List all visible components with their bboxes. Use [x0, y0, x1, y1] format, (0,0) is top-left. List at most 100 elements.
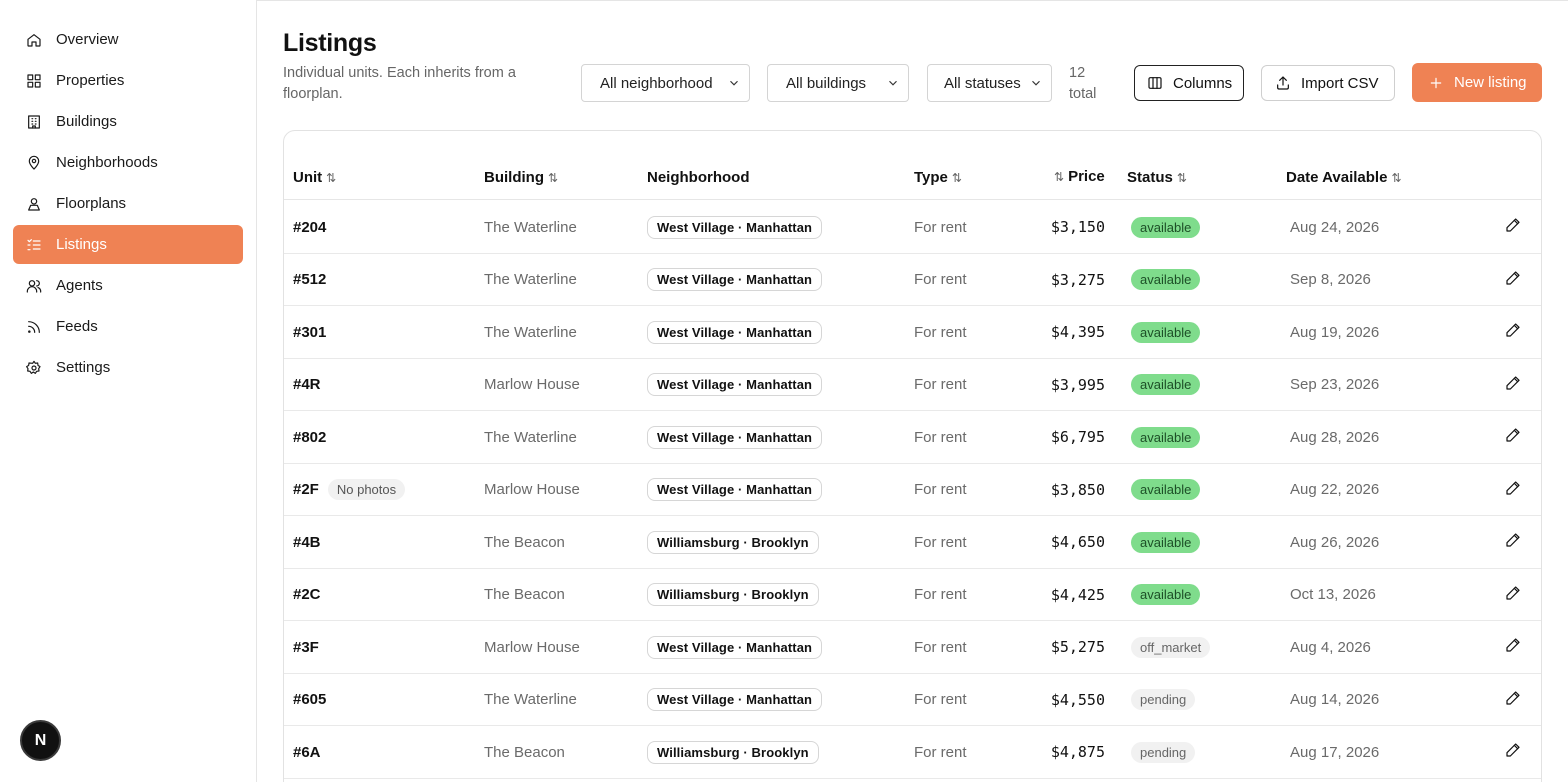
sort-icon: ⇅	[548, 170, 559, 185]
grid-icon	[26, 73, 42, 89]
status-badge: available	[1131, 531, 1201, 553]
column-header-type[interactable]: Type ⇅	[914, 169, 962, 186]
column-header-label: Status	[1127, 169, 1173, 186]
unit-number: #4R	[293, 376, 321, 393]
status-cell: available	[1131, 201, 1201, 253]
neighborhood-pill: Williamsburg · Brooklyn	[647, 583, 819, 606]
unit-cell: #4B	[293, 516, 321, 568]
unit-cell: #2C	[293, 569, 321, 621]
sidebar-item-overview[interactable]: Overview	[13, 20, 243, 59]
table-row[interactable]: #802 The Waterline West Village · Manhatta…	[284, 411, 1541, 464]
date-available-cell: Oct 13, 2026	[1290, 586, 1376, 603]
column-header-unit[interactable]: Unit ⇅	[293, 169, 336, 186]
column-header-label: Type	[914, 169, 948, 186]
date-available-cell: Aug 24, 2026	[1290, 218, 1380, 236]
sidebar-item-settings[interactable]: Settings	[13, 348, 243, 387]
edit-button[interactable]	[1505, 306, 1521, 358]
unit-number: #204	[293, 218, 327, 236]
home-icon	[26, 32, 42, 48]
sidebar-item-neighborhoods[interactable]: Neighborhoods	[13, 143, 243, 182]
price-cell: $4,875	[1050, 743, 1105, 761]
sort-icon: ⇅	[326, 170, 337, 185]
date-available-cell: Aug 14, 2026	[1290, 691, 1380, 708]
neighborhood-cell: West Village · Manhattan	[647, 254, 823, 306]
sidebar-item-properties[interactable]: Properties	[13, 61, 243, 100]
price-cell: $4,650	[1050, 533, 1105, 551]
edit-button[interactable]	[1505, 726, 1521, 778]
status-badge: available	[1131, 216, 1201, 238]
status-badge: off_market	[1131, 636, 1211, 658]
type-cell: For rent	[914, 271, 967, 288]
edit-button[interactable]	[1505, 201, 1521, 253]
unit-cell: #605	[293, 674, 326, 726]
pencil-icon	[1505, 742, 1521, 762]
price-cell: $6,795	[1050, 428, 1105, 446]
building-cell: Marlow House	[484, 376, 580, 393]
edit-button[interactable]	[1505, 254, 1521, 306]
status-cell: available	[1131, 569, 1201, 621]
chevron-down-icon	[727, 76, 741, 90]
building-cell: The Waterline	[484, 428, 577, 446]
edit-button[interactable]	[1505, 359, 1521, 411]
table-row[interactable]: #4B The Beacon Williamsburg · Brooklyn For …	[284, 516, 1541, 569]
column-header-building[interactable]: Building ⇅	[484, 169, 558, 186]
building-filter-select[interactable]: All buildings	[767, 64, 909, 102]
table-row[interactable]: #605 The Waterline West Village · Manhatta…	[284, 674, 1541, 726]
sidebar-item-floorplans[interactable]: Floorplans	[13, 184, 243, 223]
column-header-price[interactable]: ⇅ Price	[1054, 168, 1105, 185]
building-cell: The Beacon	[484, 586, 565, 603]
type-cell: For rent	[914, 428, 967, 446]
sidebar-item-label: Settings	[56, 359, 111, 376]
column-header-status[interactable]: Status ⇅	[1127, 169, 1187, 186]
neighborhood-filter-select[interactable]: All neighborhood	[581, 64, 750, 102]
price-cell: $3,150	[1050, 218, 1105, 236]
unit-number: #802	[293, 428, 327, 446]
unit-number: #605	[293, 691, 327, 708]
table-row[interactable]: #512 The Waterline West Village · Manhatta…	[284, 254, 1541, 306]
columns-button[interactable]: Columns	[1134, 65, 1244, 101]
table-row[interactable]: #301 The Waterline West Village · Manhatta…	[284, 306, 1541, 359]
building-cell: The Beacon	[484, 533, 565, 551]
building-cell: The Beacon	[484, 743, 565, 761]
edit-button[interactable]	[1505, 621, 1521, 673]
unit-cell: #301	[293, 306, 326, 358]
sidebar-item-feeds[interactable]: Feeds	[13, 307, 243, 346]
status-cell: off_market	[1131, 621, 1211, 673]
column-header-label: Building	[484, 169, 544, 186]
sort-icon: ⇅	[1176, 170, 1187, 185]
sidebar: Overview Properties Buildings Neighborho…	[0, 0, 257, 782]
neighborhood-cell: Williamsburg · Brooklyn	[647, 726, 819, 778]
neighborhood-pill: West Village · Manhattan	[647, 635, 823, 659]
table-row[interactable]: #3F Marlow House West Village · Manhattan F…	[284, 621, 1541, 674]
price-cell: $5,275	[1050, 638, 1105, 656]
import-csv-button[interactable]: Import CSV	[1261, 65, 1395, 101]
app-launcher-button[interactable]: N	[20, 720, 61, 761]
status-filter-value: All statuses	[944, 74, 1021, 92]
table-row[interactable]: #204 The Waterline West Village · Manhatta…	[284, 201, 1541, 254]
type-cell: For rent	[914, 323, 967, 341]
edit-button[interactable]	[1505, 569, 1521, 621]
sidebar-item-agents[interactable]: Agents	[13, 266, 243, 305]
edit-button[interactable]	[1505, 411, 1521, 463]
sidebar-item-listings[interactable]: Listings	[13, 225, 243, 264]
neighborhood-cell: West Village · Manhattan	[647, 359, 823, 411]
pencil-icon	[1505, 270, 1521, 290]
building-cell: The Waterline	[484, 271, 577, 288]
table-row[interactable]: #4R Marlow House West Village · Manhattan F…	[284, 359, 1541, 411]
edit-button[interactable]	[1505, 464, 1521, 516]
sidebar-item-buildings[interactable]: Buildings	[13, 102, 243, 141]
status-filter-select[interactable]: All statuses	[927, 64, 1052, 102]
new-listing-button[interactable]: New listing	[1412, 63, 1542, 102]
edit-button[interactable]	[1505, 516, 1521, 568]
gear-icon	[26, 360, 42, 376]
table-row[interactable]: #2C The Beacon Williamsburg · Brooklyn For …	[284, 569, 1541, 621]
column-header-date-available[interactable]: Date Available ⇅	[1286, 169, 1402, 186]
listings-table: Unit ⇅ Building ⇅ Neighborhood Type ⇅ ⇅ Pric…	[283, 130, 1542, 782]
neighborhood-cell: Williamsburg · Brooklyn	[647, 516, 819, 568]
table-row[interactable]: #2F No photos Marlow House West Village · M…	[284, 464, 1541, 516]
sidebar-item-label: Floorplans	[56, 195, 127, 212]
edit-button[interactable]	[1505, 674, 1521, 726]
date-available-cell: Aug 19, 2026	[1290, 323, 1380, 341]
table-row[interactable]: #6A The Beacon Williamsburg · Brooklyn For …	[284, 726, 1541, 779]
unit-cell: #2F No photos	[293, 464, 406, 516]
